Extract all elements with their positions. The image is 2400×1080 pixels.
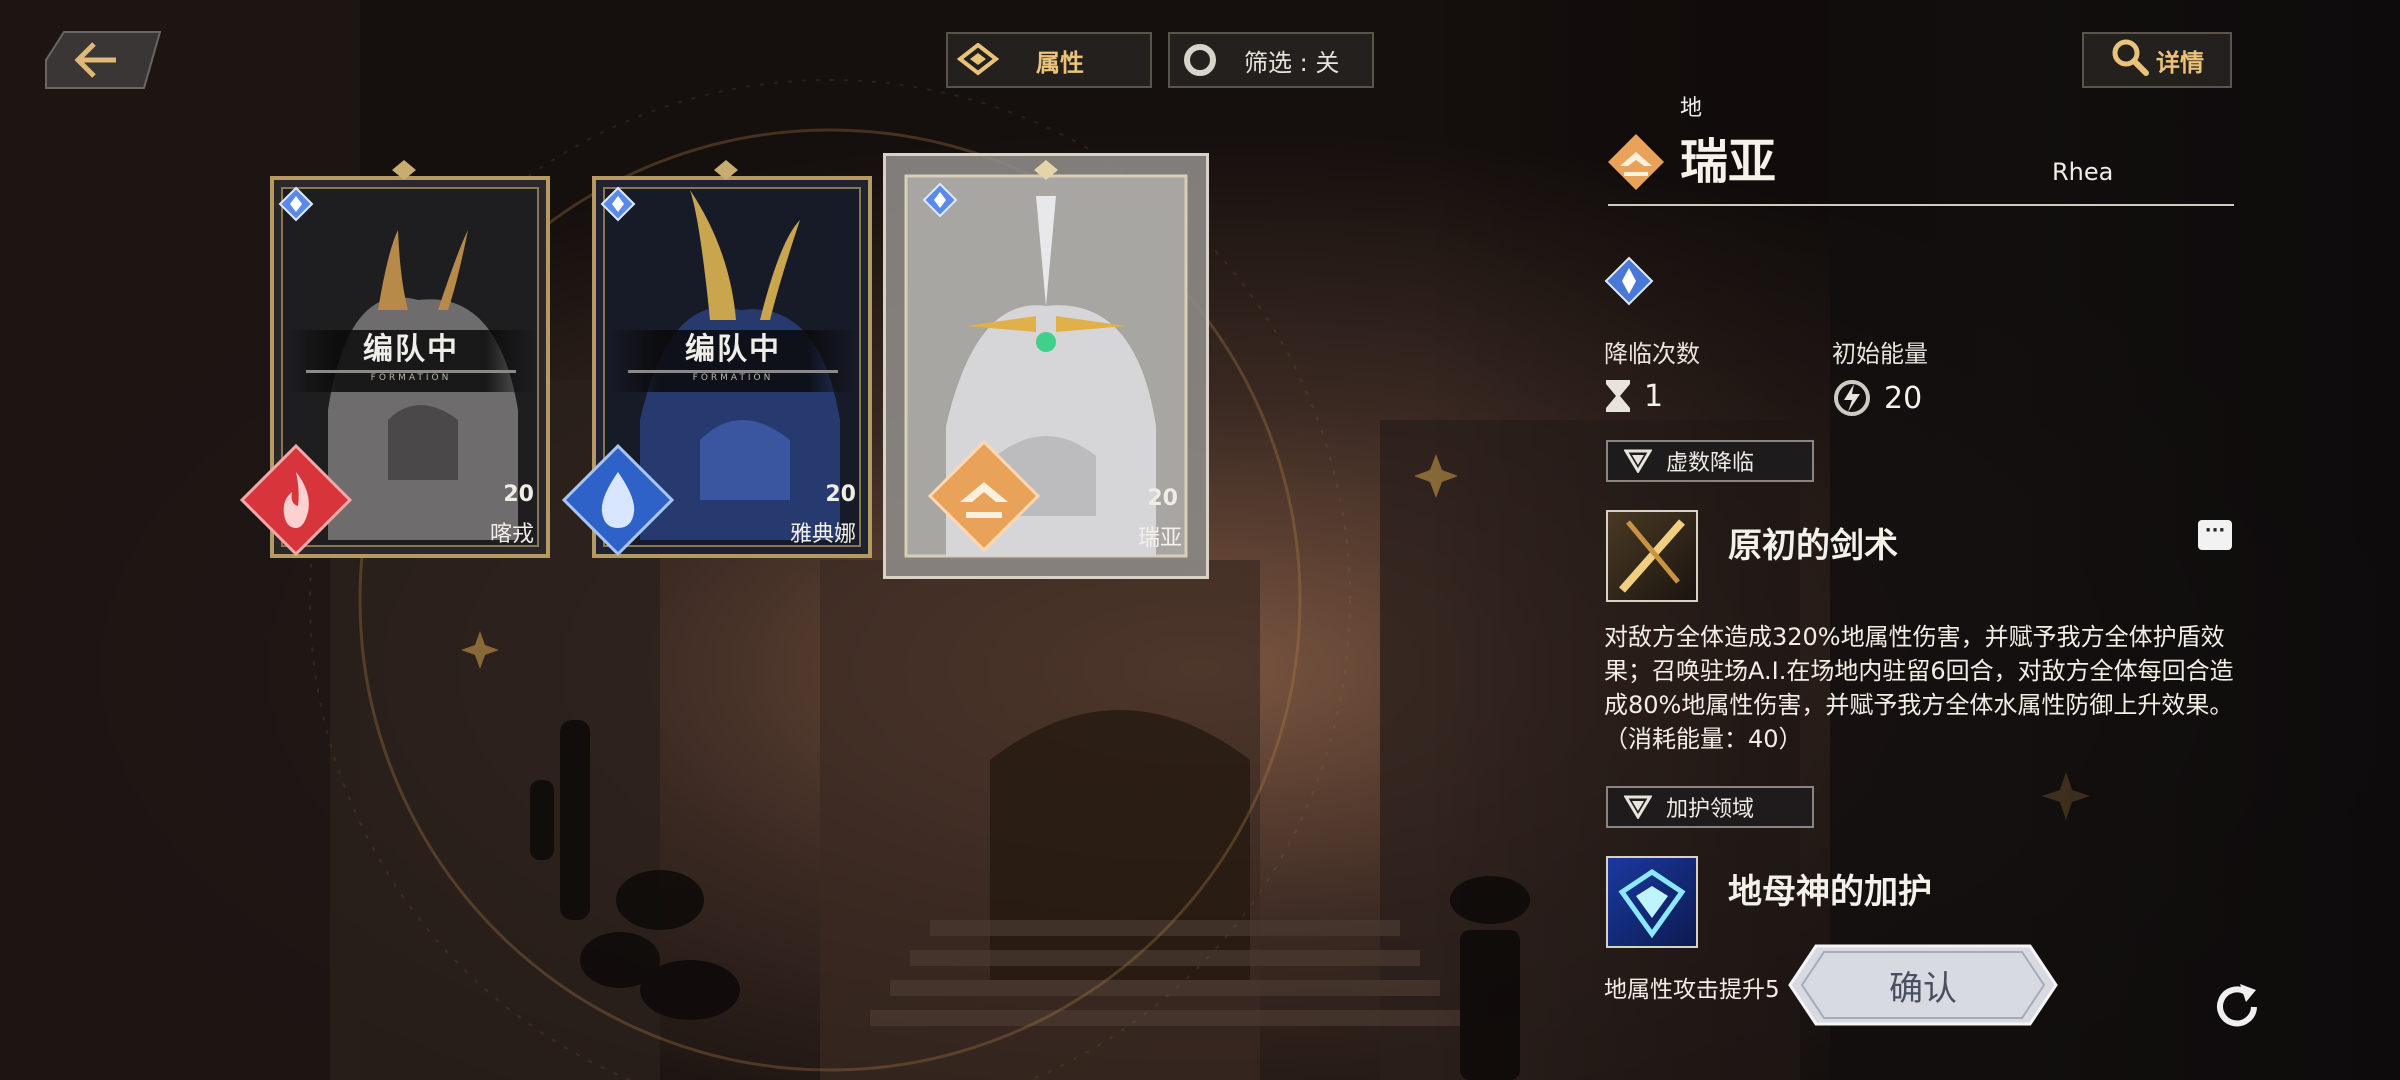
initial-energy-label: 初始能量 — [1832, 340, 1928, 368]
filter-button[interactable]: 筛选 : 关 — [1168, 32, 1374, 88]
card-name: 雅典娜 — [789, 522, 856, 547]
confirm-button[interactable]: 确认 — [1788, 944, 2058, 1026]
element-label: 地 — [1680, 96, 1703, 121]
character-card-chiron[interactable]: 编队中 FORMATION 20 喀戎 — [239, 160, 554, 562]
card-name: 喀戎 — [489, 522, 534, 547]
card-name: 瑞亚 — [1137, 526, 1182, 551]
back-button[interactable] — [44, 30, 162, 90]
attribute-label: 属性 — [1036, 48, 1084, 77]
rarity-star-icon — [1604, 256, 1654, 306]
sword-skill-icon[interactable] — [1606, 510, 1698, 602]
passive-skill-tag: 加护领域 — [1606, 786, 1814, 828]
skill-type-icon — [1624, 449, 1652, 473]
initial-energy: 20 — [1832, 378, 1922, 418]
active-skill-tag: 虚数降临 — [1606, 440, 1814, 482]
character-card-rhea[interactable]: 20 瑞亚 — [883, 153, 1209, 579]
card-energy: 20 — [825, 482, 856, 507]
descent-count-label: 降临次数 — [1604, 340, 1700, 368]
character-card-athena[interactable]: 编队中 FORMATION 20 雅典娜 — [561, 160, 876, 562]
energy-icon — [1834, 380, 1870, 416]
hourglass-icon — [1606, 380, 1630, 412]
filter-label: 筛选 : 关 — [1244, 48, 1340, 77]
toggle-off-icon — [1170, 41, 1230, 79]
character-name-en: Rhea — [2052, 158, 2114, 186]
formation-banner: 编队中 FORMATION — [286, 330, 536, 392]
earth-element-icon — [1608, 134, 1664, 190]
character-name: 瑞亚 — [1680, 134, 1777, 190]
formation-banner: 编队中 FORMATION — [608, 330, 858, 392]
detail-label: 详情 — [2156, 48, 2204, 77]
refresh-icon[interactable] — [2210, 980, 2264, 1034]
more-options-icon[interactable]: ··· — [2198, 520, 2232, 550]
diamond-icon — [948, 43, 1008, 77]
shield-skill-icon[interactable] — [1606, 856, 1698, 948]
descent-count: 1 — [1604, 378, 1663, 414]
earth-element-icon — [927, 439, 1041, 553]
skill-type-icon — [1624, 795, 1652, 819]
fire-element-icon — [239, 443, 353, 557]
detail-button[interactable]: 详情 — [2082, 32, 2232, 88]
card-energy: 20 — [1147, 486, 1178, 511]
divider — [1608, 204, 2234, 206]
search-icon — [2110, 37, 2150, 83]
passive-skill-description: 地属性攻击提升5 — [1604, 977, 1780, 1003]
water-element-icon — [561, 443, 675, 557]
active-skill-description: 对敌方全体造成320%地属性伤害，并赋予我方全体护盾效果；召唤驻场A.I.在场地… — [1604, 623, 2234, 753]
active-skill-name: 原初的剑术 — [1728, 526, 1898, 566]
passive-skill-name: 地母神的加护 — [1728, 872, 1932, 912]
card-energy: 20 — [503, 482, 534, 507]
attribute-sort-button[interactable]: 属性 — [946, 32, 1152, 88]
